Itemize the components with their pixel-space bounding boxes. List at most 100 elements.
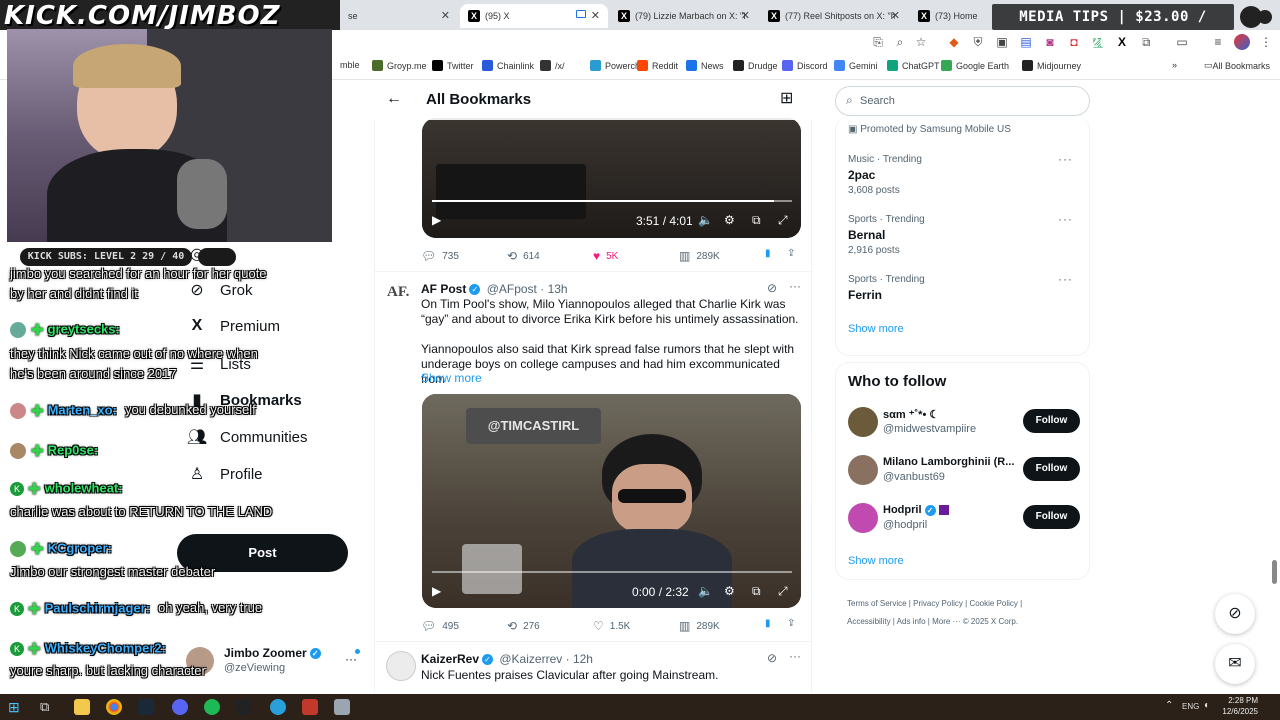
more-options-icon[interactable]: ··· [1058,212,1073,226]
extension-icon[interactable]: ▣ [994,34,1010,50]
bookmark-button[interactable]: ▮ [765,618,771,629]
discord-icon[interactable] [172,699,188,715]
footer-link[interactable]: Ads info [897,617,926,626]
views-button[interactable]: ▥ 289K [679,619,720,633]
back-arrow-icon[interactable]: ← [386,90,402,108]
tweet-video-1[interactable]: ▶ 3:51 / 4:01 🔈 ⚙ ⧉ ⤢ [422,118,801,238]
bookmark-item[interactable]: Gemini [834,60,878,71]
language-indicator[interactable]: ENG [1182,702,1199,711]
settings-icon[interactable]: ⚙ [724,584,735,598]
telegram-icon[interactable] [270,699,286,715]
fullscreen-icon[interactable]: ⤢ [778,213,788,228]
bookmark-item[interactable]: mble [340,60,360,70]
extension-fox-icon[interactable]: ◆ [946,34,962,50]
like-button[interactable]: ♥ 5K [593,249,618,263]
bookmark-item[interactable]: Drudge [733,60,778,71]
extension-counter-icon[interactable]: ▤ [1018,34,1034,50]
bookmark-item[interactable]: Reddit [637,60,678,71]
grok-fab-icon[interactable]: ⊘ [1215,594,1255,634]
scrollbar-thumb[interactable] [1272,560,1277,584]
bookmark-item[interactable]: Discord [782,60,828,71]
author-name[interactable]: KaizerRev [421,652,479,666]
bookmark-add-icon[interactable]: ⊞ [780,88,793,108]
tweet-time[interactable]: 12h [573,652,593,666]
account-more-icon[interactable]: ··· [345,652,357,666]
footer-link[interactable]: More ··· [932,617,960,626]
bookmark-item[interactable]: Google Earth [941,60,1009,71]
profile-avatar-icon[interactable] [1234,34,1250,50]
trend-item[interactable]: Music · Trending 2pac 3,608 posts ··· [836,150,1091,205]
close-icon[interactable]: ✕ [591,9,600,22]
show-more-trends-link[interactable]: Show more [848,323,904,335]
bookmark-item[interactable]: ChatGPT [887,60,940,71]
bookmark-item[interactable]: Chainlink [482,60,534,71]
footer-link[interactable]: Accessibility [847,617,891,626]
nav-communities[interactable]: 👥︎ Communities [186,427,308,447]
close-icon[interactable]: ✕ [741,9,750,22]
bookmarks-overflow-button[interactable]: » [1172,60,1177,70]
repost-button[interactable]: ⟲ 276 [507,619,540,633]
play-icon[interactable]: ▶ [432,584,441,598]
more-options-icon[interactable]: ··· [1058,152,1073,166]
install-icon[interactable]: ⎘ [870,34,886,50]
user-avatar[interactable] [848,455,878,485]
bookmark-item[interactable]: /x/ [540,60,565,71]
steam-icon[interactable] [138,699,154,715]
extension-icon[interactable]: ◘ [1066,34,1082,50]
share-button[interactable]: ⇪ [787,248,795,259]
zoom-icon[interactable]: ⌕ [892,34,908,50]
follow-suggestion[interactable]: Milano Lamborghinii (R... @vanbust69 Fol… [836,451,1091,491]
nav-premium[interactable]: X Premium [186,317,280,335]
tab-search-icon[interactable]: ▭ [1174,34,1190,50]
footer-link[interactable]: Terms of Service [847,599,907,608]
author-handle[interactable]: @Kaizerrev [499,652,562,666]
messages-fab-icon[interactable]: ✉ [1215,644,1255,684]
share-button[interactable]: ⇪ [787,618,795,629]
reply-button[interactable]: 💬︎ 735 [421,249,459,263]
chrome-icon[interactable] [106,699,122,715]
afpost-avatar[interactable]: AF. [387,284,413,310]
trend-item[interactable]: Sports · Trending Ferrin ··· [836,270,1091,310]
close-icon[interactable]: ✕ [441,9,450,22]
search-input[interactable]: ⌕ Search [835,86,1090,116]
settings-icon[interactable]: ⚙ [724,213,735,227]
footer-link[interactable]: Privacy Policy [913,599,963,608]
task-view-icon[interactable]: ⧉ [40,699,49,715]
play-icon[interactable]: ▶ [432,213,441,227]
video-progress-track[interactable] [432,571,792,573]
footer-link[interactable]: Cookie Policy [969,599,1017,608]
windows-start-icon[interactable]: ⊞ [8,699,20,716]
bookmark-item[interactable]: News [686,60,724,71]
bookmark-button[interactable]: ▮ [765,248,771,259]
user-avatar[interactable] [848,503,878,533]
show-more-link[interactable]: Show more [421,371,501,386]
close-icon[interactable]: ✕ [891,9,900,22]
more-options-icon[interactable]: ··· [789,649,801,663]
pip-icon[interactable]: ⧉ [752,213,761,228]
follow-button[interactable]: Follow [1023,457,1080,481]
extension-icon[interactable]: ◙ [1042,34,1058,50]
like-button[interactable]: ♡ 1.5K [593,619,630,633]
tab-x-home[interactable]: X (95) X ✕ [460,4,608,28]
reply-button[interactable]: 💬︎ 495 [421,619,459,633]
app-icon[interactable] [334,699,350,715]
nav-profile[interactable]: ♙ Profile [186,464,263,484]
spotify-icon[interactable] [204,699,220,715]
network-icon[interactable]: ◐ [1204,700,1210,711]
nav-grok[interactable]: ⊘ Grok [186,280,252,300]
all-bookmarks-folder[interactable]: ▭ All Bookmarks [1204,60,1270,71]
pip-icon[interactable]: ⧉ [752,584,761,599]
more-options-icon[interactable]: ··· [789,279,801,293]
video-progress-track[interactable] [432,200,792,202]
tab-home[interactable]: X (73) Home [910,4,992,28]
tab-reel-shitposts[interactable]: X (77) Reel Shitposts on X: "htt ✕ [760,4,908,28]
app-icon[interactable] [302,699,318,715]
menu-dots-icon[interactable]: ⋮ [1258,34,1274,50]
volume-icon[interactable]: 🔈 [698,584,713,598]
repost-button[interactable]: ⟲ 614 [507,249,540,263]
bookmark-item[interactable]: Groyp.me [372,60,427,71]
tweet-video-2[interactable]: @TIMCASTIRL ▶ 0:00 / 2:32 🔈 ⚙ ⧉ ⤢ [422,394,801,608]
user-avatar[interactable] [848,407,878,437]
clock[interactable]: 2:28 PM 12/6/2025 [1220,695,1258,717]
follow-button[interactable]: Follow [1023,409,1080,433]
